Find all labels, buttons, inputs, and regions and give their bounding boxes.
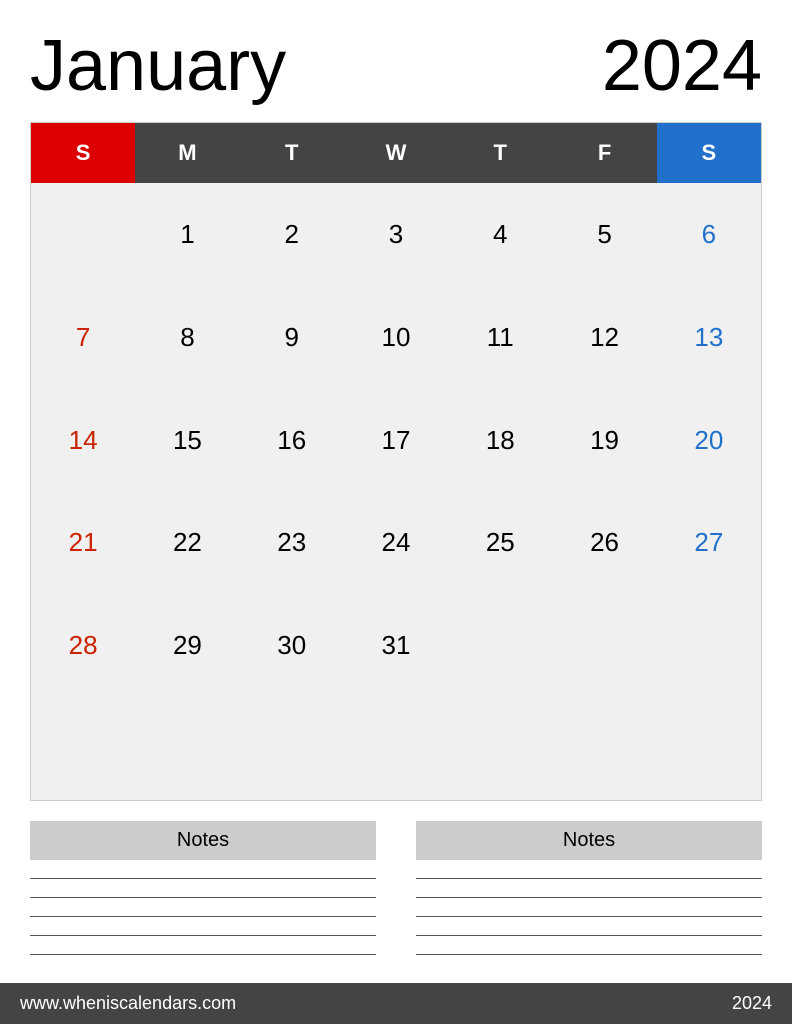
day-cell: 7 [31, 286, 135, 389]
day-cell: 27 [657, 492, 761, 595]
day-cell: 29 [135, 594, 239, 697]
day-header-sat: S [657, 123, 761, 183]
day-cell: 23 [240, 492, 344, 595]
day-cell: 28 [31, 594, 135, 697]
footer: www.wheniscalendars.com 2024 [0, 983, 792, 1024]
calendar-grid: 1 2 3 4 5 6 7 8 9 10 11 12 13 14 15 16 1… [31, 183, 761, 800]
notes-label-left: Notes [30, 821, 376, 860]
day-cell: 14 [31, 389, 135, 492]
notes-lines-left [30, 870, 376, 963]
notes-line [416, 897, 762, 898]
day-cell: 19 [552, 389, 656, 492]
page: January 2024 S M T W T F S 1 2 3 4 5 6 7… [0, 0, 792, 1024]
header: January 2024 [30, 30, 762, 102]
notes-line [30, 897, 376, 898]
day-header-mon: M [135, 123, 239, 183]
day-cell: 24 [344, 492, 448, 595]
day-cell: 16 [240, 389, 344, 492]
notes-line [30, 935, 376, 936]
day-cell: 5 [552, 183, 656, 286]
day-cell [448, 594, 552, 697]
day-header-tue: T [240, 123, 344, 183]
notes-line [416, 935, 762, 936]
day-cell: 17 [344, 389, 448, 492]
day-cell: 21 [31, 492, 135, 595]
day-cell [135, 697, 239, 800]
footer-year: 2024 [732, 993, 772, 1014]
day-cell [31, 697, 135, 800]
day-cell [552, 697, 656, 800]
notes-line [30, 916, 376, 917]
day-cell: 30 [240, 594, 344, 697]
day-header-wed: W [344, 123, 448, 183]
day-cell [31, 183, 135, 286]
day-cell: 18 [448, 389, 552, 492]
day-cell [657, 594, 761, 697]
day-cell: 22 [135, 492, 239, 595]
day-cell: 26 [552, 492, 656, 595]
day-cell: 1 [135, 183, 239, 286]
day-cell: 9 [240, 286, 344, 389]
day-cell: 20 [657, 389, 761, 492]
notes-block-left: Notes [30, 821, 376, 963]
day-cell: 6 [657, 183, 761, 286]
day-header-sun: S [31, 123, 135, 183]
day-cell: 15 [135, 389, 239, 492]
day-cell: 2 [240, 183, 344, 286]
day-cell [552, 594, 656, 697]
day-cell [657, 697, 761, 800]
day-cell: 25 [448, 492, 552, 595]
day-cell: 3 [344, 183, 448, 286]
notes-lines-right [416, 870, 762, 963]
notes-line [416, 878, 762, 879]
day-cell [344, 697, 448, 800]
day-cell [448, 697, 552, 800]
day-header-fri: F [552, 123, 656, 183]
notes-line [30, 954, 376, 955]
year-title: 2024 [602, 30, 762, 102]
day-header-thu: T [448, 123, 552, 183]
notes-line [416, 954, 762, 955]
day-cell: 13 [657, 286, 761, 389]
notes-line [416, 916, 762, 917]
day-cell [240, 697, 344, 800]
notes-section: Notes Notes [30, 821, 762, 963]
footer-website: www.wheniscalendars.com [20, 993, 236, 1014]
day-cell: 31 [344, 594, 448, 697]
day-cell: 11 [448, 286, 552, 389]
calendar-header: S M T W T F S [31, 123, 761, 183]
day-cell: 8 [135, 286, 239, 389]
notes-block-right: Notes [416, 821, 762, 963]
day-cell: 10 [344, 286, 448, 389]
calendar-container: S M T W T F S 1 2 3 4 5 6 7 8 9 10 11 12… [30, 122, 762, 801]
day-cell: 12 [552, 286, 656, 389]
day-cell: 4 [448, 183, 552, 286]
month-title: January [30, 30, 286, 102]
notes-label-right: Notes [416, 821, 762, 860]
notes-line [30, 878, 376, 879]
